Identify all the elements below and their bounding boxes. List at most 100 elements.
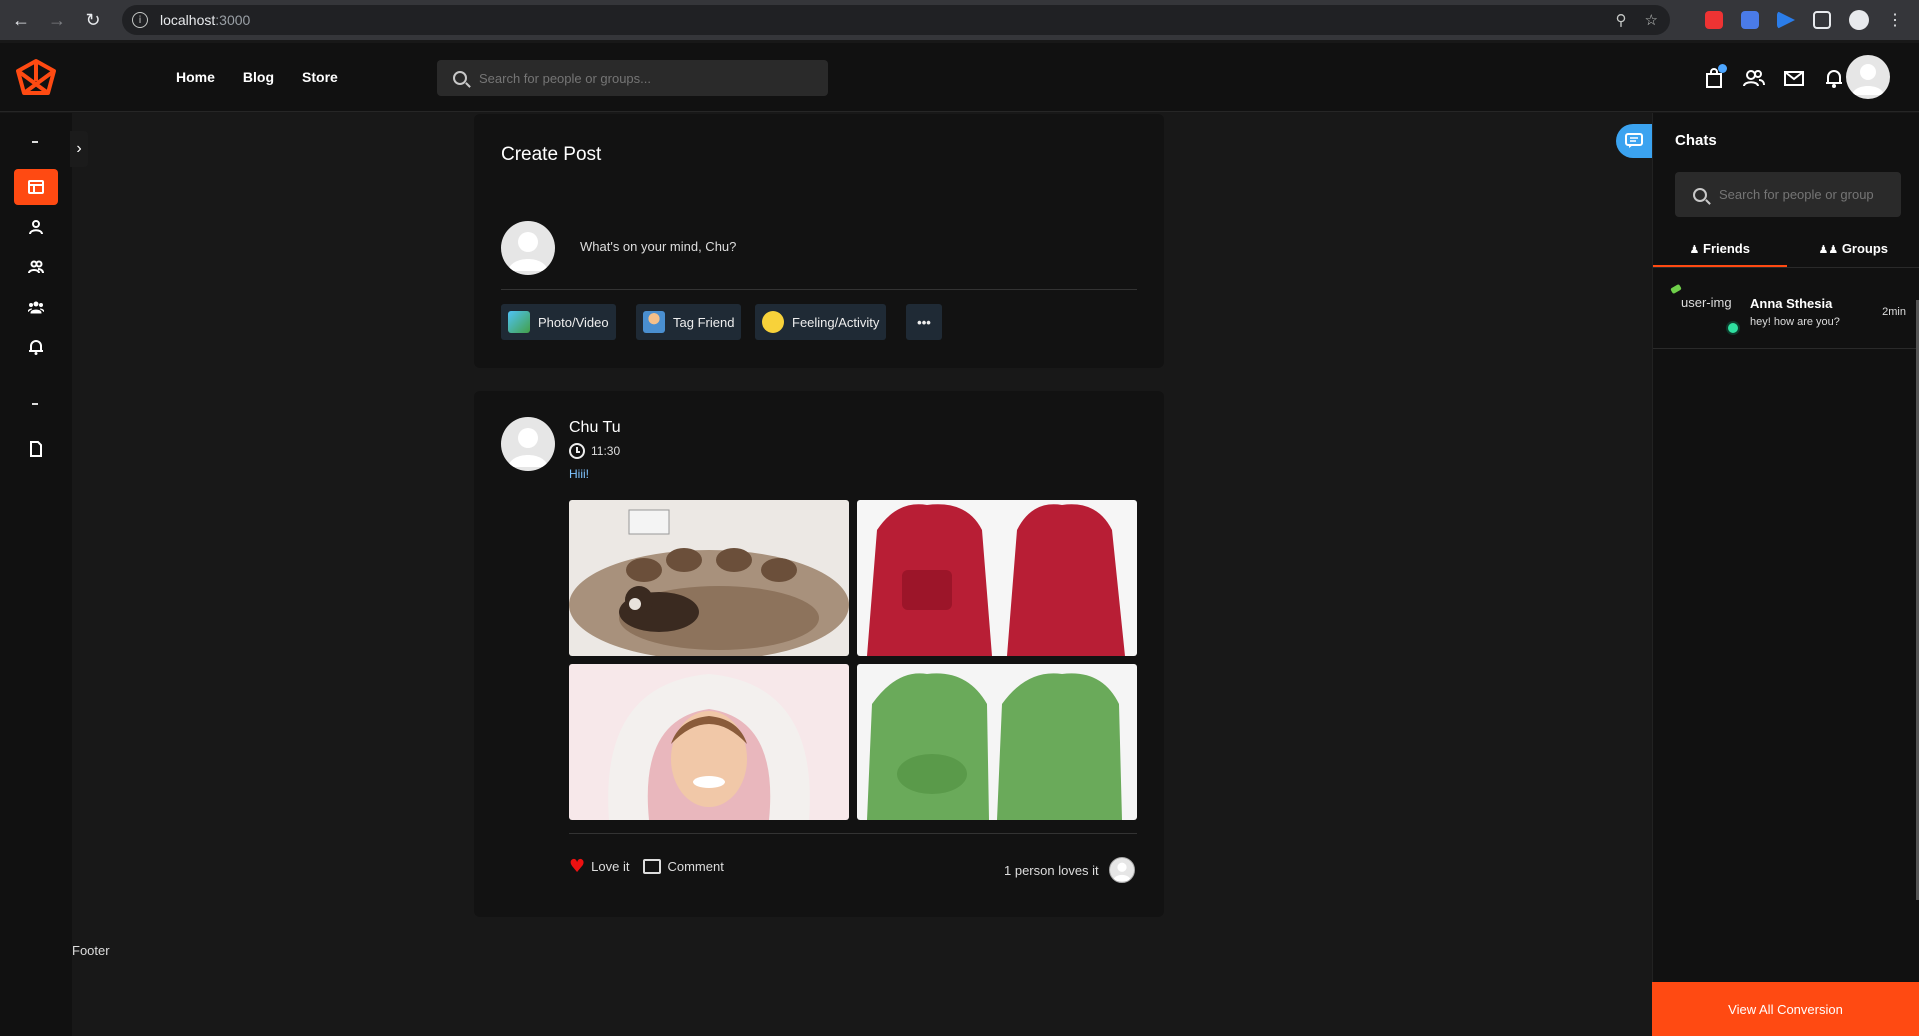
nav-blog-link[interactable]: Blog <box>243 69 274 85</box>
friends-tab-icon: ♟ <box>1689 243 1700 256</box>
post-author-name[interactable]: Chu Tu <box>569 419 621 437</box>
document-icon <box>30 441 42 457</box>
friends-icon[interactable] <box>1743 67 1765 89</box>
tabs-divider <box>1653 267 1919 268</box>
back-icon[interactable]: ← <box>6 5 36 35</box>
create-post-title: Create Post <box>501 144 602 165</box>
composer-divider <box>501 289 1137 290</box>
sidebar-item-groups[interactable] <box>14 289 58 325</box>
nav-store-link[interactable]: Store <box>302 69 338 85</box>
newsfeed-icon <box>28 180 44 194</box>
tab-groups[interactable]: ♟♟ Groups <box>1787 237 1919 267</box>
chat-list-item[interactable]: user-img Anna Sthesia hey! how are you? … <box>1653 283 1919 349</box>
sidebar-item-newsfeed[interactable] <box>14 169 58 205</box>
chat-toggle-button[interactable] <box>1616 124 1652 158</box>
post-composer-input[interactable]: What's on your mind, Chu? <box>580 239 736 254</box>
post-photo-pink-hood[interactable] <box>569 664 849 820</box>
header-search-input[interactable] <box>479 70 779 86</box>
extensions-area: ⋮ <box>1705 0 1919 40</box>
create-post-card: Create Post What's on your mind, Chu? Ph… <box>474 114 1164 368</box>
composer-avatar <box>501 221 555 275</box>
post-time-text: 11:30 <box>591 444 621 458</box>
group-icon <box>28 301 44 314</box>
tab-friends[interactable]: ♟ Friends <box>1653 237 1787 267</box>
address-bar[interactable]: i localhost:3000 ⚲ ☆ <box>122 5 1670 35</box>
cart-badge <box>1718 64 1727 73</box>
post-timestamp: 11:30 <box>569 443 620 459</box>
sidebar-expand-chevron-icon[interactable]: › <box>70 131 88 167</box>
main-nav: Home Blog Store <box>176 69 338 85</box>
post-card: Chu Tu 11:30 Hiii! ♥ Love it Comment 1 p… <box>474 391 1164 917</box>
url-host: localhost <box>160 12 216 28</box>
header-icons <box>1703 64 1845 89</box>
bell-icon <box>29 340 43 355</box>
shopping-bag-icon[interactable] <box>1703 64 1727 89</box>
two-people-icon <box>28 260 44 274</box>
chats-title: Chats <box>1675 132 1717 149</box>
site-info-icon[interactable]: i <box>132 12 148 28</box>
feeling-activity-button[interactable]: Feeling/Activity <box>755 304 887 340</box>
photo-icon <box>508 311 530 333</box>
clock-icon <box>569 443 585 459</box>
chat-bubble-icon <box>1625 133 1643 148</box>
app-logo-icon[interactable] <box>14 57 58 101</box>
zoom-icon[interactable]: ⚲ <box>1616 11 1627 29</box>
online-status-dot <box>1726 321 1740 335</box>
person-icon <box>29 220 43 235</box>
feeling-activity-label: Feeling/Activity <box>792 314 880 330</box>
chat-last-message: hey! how are you? <box>1750 316 1840 328</box>
url-port: :3000 <box>215 12 251 28</box>
browser-menu-icon[interactable]: ⋮ <box>1887 10 1903 30</box>
nav-home-link[interactable]: Home <box>176 69 215 85</box>
post-author-avatar[interactable] <box>501 417 555 471</box>
post-actions-divider <box>569 833 1137 834</box>
chat-user-name: Anna Sthesia <box>1750 296 1833 311</box>
heart-icon: ♥ <box>569 856 586 877</box>
lover-avatar <box>1108 857 1135 883</box>
translate-extension-icon[interactable] <box>1741 11 1759 29</box>
sidebar-item-friends[interactable] <box>14 249 58 285</box>
post-photo-dog-bed[interactable] <box>569 500 849 656</box>
mail-icon[interactable] <box>1783 67 1805 89</box>
sidebar-item-notifications[interactable] <box>14 329 58 365</box>
loves-summary[interactable]: 1 person loves it <box>1004 857 1135 883</box>
extensions-puzzle-icon[interactable] <box>1813 11 1831 29</box>
comment-label: Comment <box>667 859 724 874</box>
post-photo-red-hoodie[interactable] <box>857 500 1137 656</box>
more-options-button[interactable]: ••• <box>906 304 942 340</box>
chat-search-input[interactable] <box>1719 187 1899 202</box>
reload-icon[interactable]: ↻ <box>78 5 108 35</box>
post-actions: ♥ Love it Comment <box>569 856 724 877</box>
tag-person-icon <box>643 311 665 333</box>
browser-profile-icon[interactable] <box>1849 10 1869 30</box>
notification-bell-icon[interactable] <box>1823 67 1845 89</box>
bookmark-star-icon[interactable]: ☆ <box>1645 11 1658 29</box>
app-root: ← → ↻ i localhost:3000 ⚲ ☆ ⋮ Home Blog <box>0 0 1919 1036</box>
groups-tab-icon: ♟♟ <box>1818 243 1839 256</box>
tag-friend-label: Tag Friend <box>673 314 735 330</box>
search-icon <box>1693 187 1707 202</box>
tag-friend-button[interactable]: Tag Friend <box>636 304 742 340</box>
comment-icon <box>643 859 662 874</box>
love-label: Love it <box>591 859 630 874</box>
forward-icon[interactable]: → <box>42 5 72 35</box>
photo-video-button[interactable]: Photo/Video <box>501 304 616 340</box>
search-icon <box>453 71 467 85</box>
comment-button[interactable]: Comment <box>643 859 724 874</box>
play-extension-icon[interactable] <box>1777 11 1795 29</box>
broken-image-icon <box>1670 283 1682 295</box>
love-button[interactable]: ♥ Love it <box>569 856 629 877</box>
extension-red-icon[interactable] <box>1705 11 1723 29</box>
user-avatar[interactable] <box>1846 55 1890 99</box>
sidebar-item-pages[interactable] <box>14 431 58 467</box>
sidebar-item-profile[interactable] <box>14 209 58 245</box>
view-all-conversations-button[interactable]: View All Conversion <box>1652 982 1919 1036</box>
post-body-text: Hiii! <box>569 467 589 481</box>
chat-tabs: ♟ Friends ♟♟ Groups <box>1653 237 1919 267</box>
post-photo-green-hoodie[interactable] <box>857 664 1137 820</box>
loves-count-text: 1 person loves it <box>1004 862 1099 878</box>
tab-groups-label: Groups <box>1841 241 1889 256</box>
sidebar-divider <box>32 403 38 405</box>
smiley-icon <box>762 311 784 333</box>
chat-search <box>1675 172 1901 217</box>
